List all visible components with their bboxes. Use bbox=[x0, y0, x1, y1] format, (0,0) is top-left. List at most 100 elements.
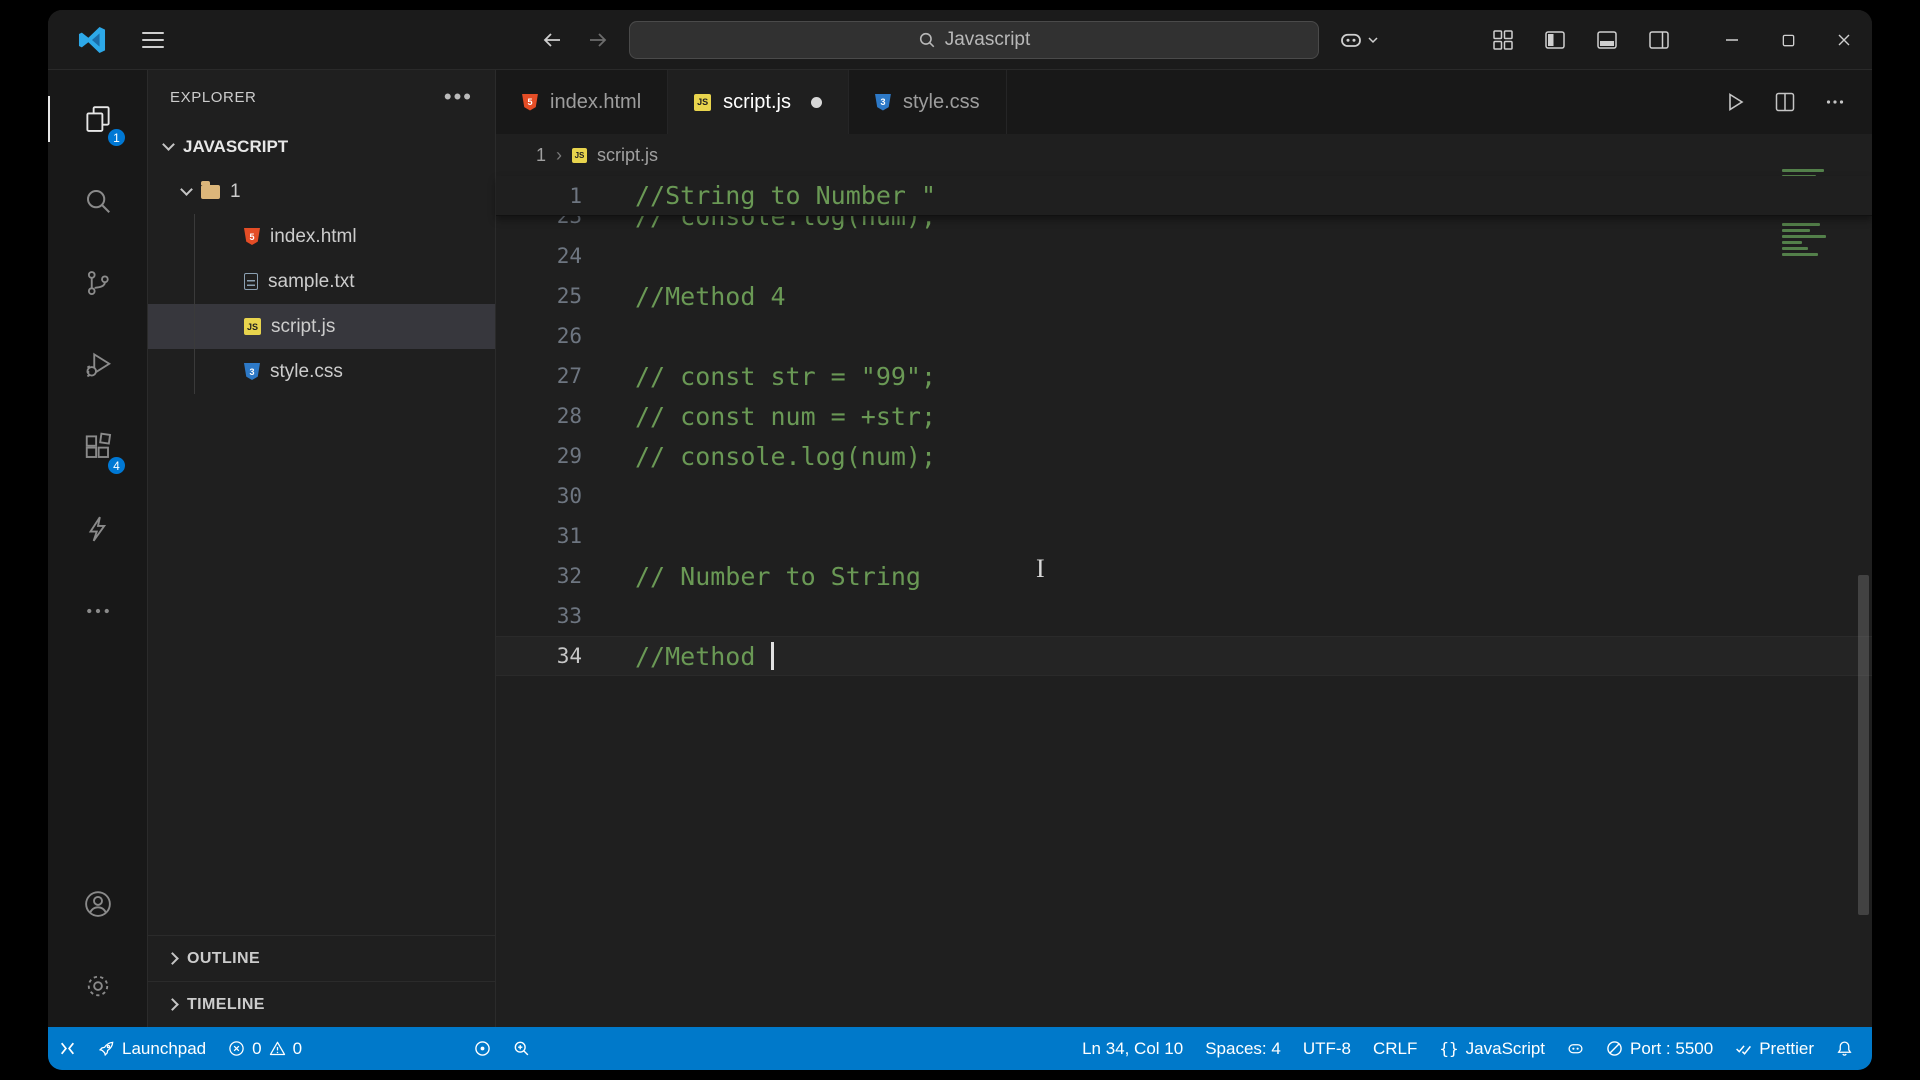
more-actions-icon[interactable] bbox=[48, 570, 147, 652]
cursor-position[interactable]: Ln 34, Col 10 bbox=[1071, 1039, 1194, 1059]
split-editor-icon[interactable] bbox=[1774, 91, 1796, 113]
sticky-line-text: //String to Number " bbox=[635, 181, 937, 210]
explorer-more-actions-icon[interactable]: ••• bbox=[444, 84, 473, 110]
zoom-button[interactable] bbox=[502, 1040, 541, 1057]
back-arrow-icon[interactable] bbox=[541, 28, 565, 52]
tree-file-style-css[interactable]: 3 style.css bbox=[148, 349, 495, 394]
indentation-setting[interactable]: Spaces: 4 bbox=[1194, 1039, 1292, 1059]
toggle-panel-icon[interactable] bbox=[1596, 29, 1618, 51]
outline-panel-header[interactable]: OUTLINE bbox=[148, 935, 495, 981]
settings-gear-icon[interactable] bbox=[48, 945, 147, 1027]
breadcrumb-folder[interactable]: 1 bbox=[536, 145, 546, 166]
folder-icon bbox=[201, 180, 220, 199]
html-file-icon: 5 bbox=[244, 228, 260, 245]
minimize-button[interactable] bbox=[1704, 10, 1760, 70]
html-file-icon: 5 bbox=[522, 93, 538, 111]
tab-index-html[interactable]: 5 index.html bbox=[496, 70, 669, 134]
search-activity-icon[interactable] bbox=[48, 160, 147, 242]
folder-name: 1 bbox=[230, 180, 241, 202]
double-check-icon bbox=[1736, 1045, 1752, 1055]
tab-label: script.js bbox=[723, 90, 791, 113]
breadcrumb-separator-icon: › bbox=[556, 144, 563, 165]
errors-count: 0 bbox=[252, 1038, 262, 1058]
code-line: 24 bbox=[556, 244, 582, 268]
encoding-setting[interactable]: UTF-8 bbox=[1292, 1039, 1362, 1059]
command-search-input[interactable]: Javascript bbox=[629, 21, 1319, 59]
tree-file-sample-txt[interactable]: sample.txt bbox=[148, 259, 495, 304]
activity-bar: 1 4 bbox=[48, 70, 148, 1027]
code-line: 26 bbox=[556, 324, 582, 348]
mouse-cursor-ibeam: I bbox=[1036, 554, 1045, 583]
explorer-activity-icon[interactable]: 1 bbox=[48, 78, 147, 160]
chevron-right-icon bbox=[166, 952, 179, 965]
workspace-name: JAVASCRIPT bbox=[183, 136, 289, 156]
menu-icon[interactable] bbox=[142, 31, 164, 48]
code-line: 25//Method 4 bbox=[556, 281, 786, 311]
editor-more-actions-icon[interactable] bbox=[1824, 91, 1846, 113]
remote-indicator[interactable] bbox=[48, 1027, 87, 1070]
breadcrumb-file[interactable]: script.js bbox=[597, 145, 658, 166]
warnings-count: 0 bbox=[292, 1038, 303, 1058]
maximize-button[interactable] bbox=[1760, 10, 1816, 70]
copilot-status-button[interactable] bbox=[1556, 1040, 1595, 1057]
search-value: Javascript bbox=[944, 29, 1031, 50]
code-line: 32// Number to String bbox=[556, 561, 921, 591]
eol-setting[interactable]: CRLF bbox=[1362, 1039, 1428, 1059]
warnings-icon bbox=[269, 1041, 285, 1056]
run-debug-activity-icon[interactable] bbox=[48, 324, 147, 406]
screencast-icon bbox=[475, 1041, 490, 1056]
prettier-button[interactable]: Prettier bbox=[1724, 1039, 1825, 1059]
timeline-panel-header[interactable]: TIMELINE bbox=[148, 981, 495, 1027]
chevron-down-icon bbox=[180, 183, 193, 196]
copilot-menu-button[interactable] bbox=[1339, 28, 1379, 52]
status-bar: Launchpad 0 0 Ln 34, Col 10 Spaces: 4 UT… bbox=[48, 1027, 1872, 1070]
file-name: sample.txt bbox=[268, 270, 355, 292]
lightning-activity-icon[interactable] bbox=[48, 488, 147, 570]
js-file-icon: JS bbox=[244, 318, 261, 335]
close-button[interactable] bbox=[1816, 10, 1872, 70]
line-number: 1 bbox=[569, 183, 582, 208]
remote-icon bbox=[60, 1042, 75, 1055]
tab-script-js[interactable]: JS script.js bbox=[668, 70, 849, 134]
tree-folder-1[interactable]: 1 bbox=[148, 169, 495, 214]
breadcrumb[interactable]: 1 › JS script.js bbox=[496, 134, 1872, 176]
vertical-scrollbar[interactable] bbox=[1858, 575, 1869, 915]
tree-file-script-js[interactable]: JS script.js bbox=[148, 304, 495, 349]
live-server-port-button[interactable]: Port : 5500 bbox=[1595, 1039, 1724, 1059]
code-line-current: 34//Method bbox=[496, 636, 1872, 676]
chevron-down-icon bbox=[162, 138, 175, 151]
toggle-secondary-sidebar-icon[interactable] bbox=[1648, 29, 1670, 51]
title-bar: Javascript bbox=[48, 10, 1872, 70]
launchpad-button[interactable]: Launchpad bbox=[87, 1027, 217, 1070]
notifications-button[interactable] bbox=[1825, 1040, 1864, 1057]
screencast-button[interactable] bbox=[463, 1040, 502, 1057]
problems-button[interactable]: 0 0 bbox=[217, 1027, 313, 1070]
toggle-primary-sidebar-icon[interactable] bbox=[1544, 29, 1566, 51]
file-tree: JAVASCRIPT 1 5 index.html sample.txt JS … bbox=[148, 124, 495, 935]
code-area[interactable]: 23// console.log(num); 24 25//Method 4 2… bbox=[496, 196, 1872, 676]
customize-layout-icon[interactable] bbox=[1492, 29, 1514, 51]
account-icon[interactable] bbox=[48, 863, 147, 945]
code-line: 29// console.log(num); bbox=[556, 441, 937, 471]
editor-tabs: 5 index.html JS script.js 3 style.css bbox=[496, 70, 1872, 134]
chevron-down-icon bbox=[1368, 37, 1378, 44]
workspace-section-javascript[interactable]: JAVASCRIPT bbox=[148, 124, 495, 169]
zoom-in-icon bbox=[514, 1041, 529, 1056]
file-name: index.html bbox=[270, 225, 357, 247]
code-line: 27// const str = "99"; bbox=[556, 361, 937, 391]
forward-arrow-icon[interactable] bbox=[585, 28, 609, 52]
code-line: 31 bbox=[556, 524, 582, 548]
tree-file-index-html[interactable]: 5 index.html bbox=[148, 214, 495, 259]
search-icon bbox=[919, 32, 935, 48]
tab-style-css[interactable]: 3 style.css bbox=[848, 70, 1007, 134]
rocket-icon bbox=[98, 1041, 114, 1057]
run-code-icon[interactable] bbox=[1724, 91, 1746, 113]
modified-dot-icon[interactable] bbox=[810, 96, 822, 108]
source-control-activity-icon[interactable] bbox=[48, 242, 147, 324]
sticky-scroll-line[interactable]: 1 //String to Number " bbox=[496, 176, 1872, 216]
css-file-icon: 3 bbox=[874, 93, 891, 111]
language-mode[interactable]: {} JavaScript bbox=[1428, 1039, 1556, 1059]
tab-label: style.css bbox=[902, 90, 980, 113]
vscode-logo-icon bbox=[78, 26, 106, 53]
extensions-activity-icon[interactable]: 4 bbox=[48, 406, 147, 488]
